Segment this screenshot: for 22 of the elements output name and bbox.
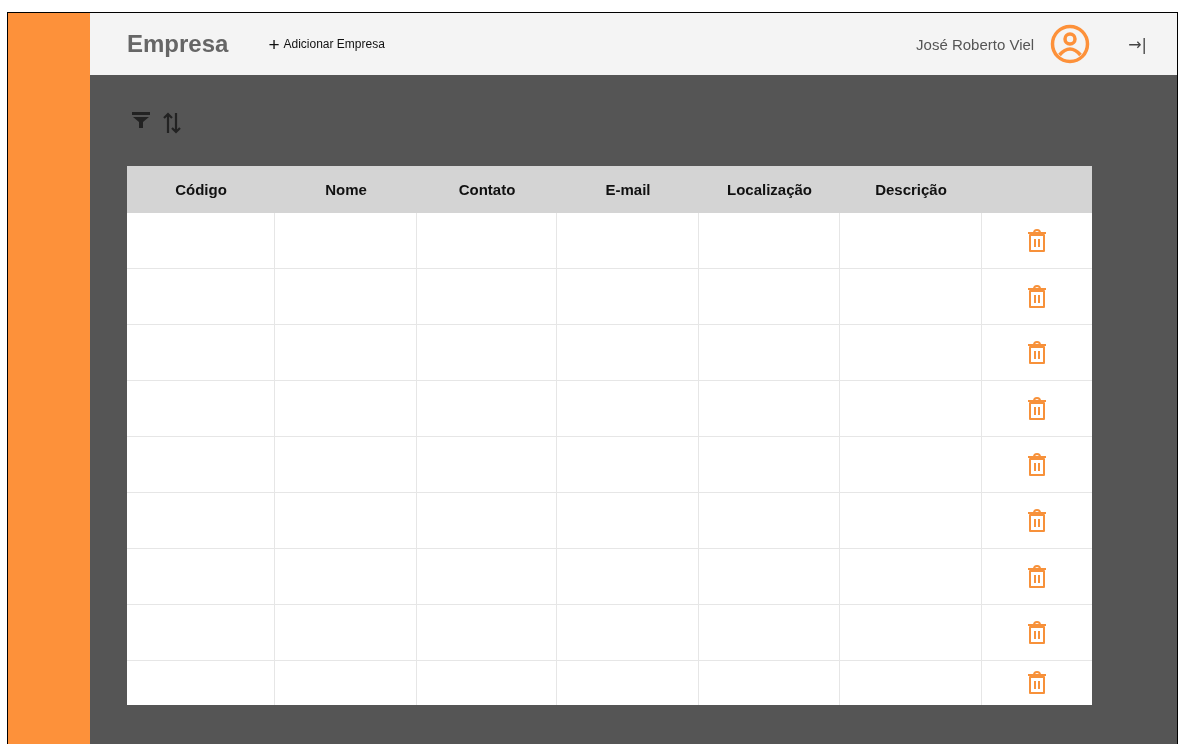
- trash-icon[interactable]: [1026, 283, 1048, 310]
- column-header: Contato: [457, 181, 517, 198]
- column-header: Descrição: [874, 181, 948, 198]
- add-company-button[interactable]: + Adicionar Empresa: [268, 34, 385, 54]
- trash-icon[interactable]: [1026, 670, 1048, 696]
- column-header: Código: [174, 181, 228, 198]
- trash-icon[interactable]: [1026, 451, 1048, 478]
- trash-icon[interactable]: [1026, 395, 1048, 422]
- sort-icon[interactable]: [162, 111, 182, 135]
- exit-button[interactable]: →|: [1128, 34, 1147, 54]
- user-name: José Roberto Viel: [916, 35, 1035, 53]
- column-header: Localização: [725, 181, 813, 198]
- filter-icon[interactable]: [132, 111, 150, 129]
- trash-icon[interactable]: [1026, 507, 1048, 534]
- trash-icon[interactable]: [1026, 227, 1048, 254]
- trash-icon[interactable]: [1026, 619, 1048, 646]
- trash-icon[interactable]: [1026, 563, 1048, 590]
- page-title: Empresa: [127, 30, 229, 58]
- user-avatar-icon[interactable]: [1050, 24, 1091, 64]
- column-header: E-mail: [604, 181, 652, 198]
- trash-icon[interactable]: [1026, 339, 1048, 366]
- column-header: Nome: [324, 181, 368, 198]
